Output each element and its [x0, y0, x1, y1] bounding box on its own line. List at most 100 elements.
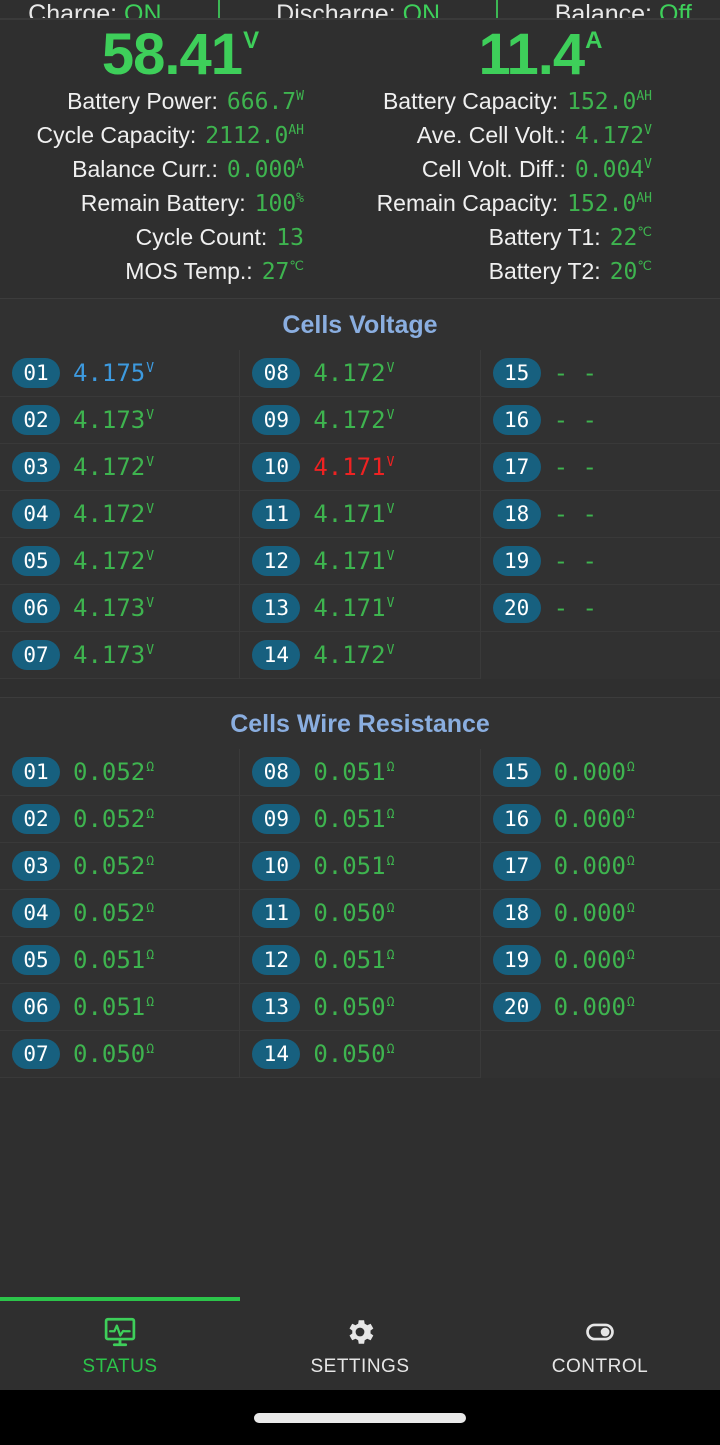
stat-row: MOS Temp.: 27℃	[0, 256, 360, 290]
stat-row: Cell Volt. Diff.: 0.004V	[360, 154, 720, 188]
cell-row[interactable]: 18 0.000Ω	[480, 890, 720, 937]
cell-row[interactable]: 19 0.000Ω	[480, 937, 720, 984]
cell-unit: Ω	[146, 995, 155, 1010]
cell-row[interactable]: 16 - -	[480, 397, 720, 444]
cell-row[interactable]: 09 0.051Ω	[240, 796, 480, 843]
cell-index-badge: 16	[492, 804, 541, 834]
cell-row[interactable]: 10 0.051Ω	[240, 843, 480, 890]
cell-row[interactable]: 05 0.051Ω	[0, 937, 240, 984]
cell-index-badge: 17	[492, 452, 541, 482]
cell-row[interactable]: 14 0.050Ω	[240, 1031, 480, 1078]
cell-value: 0.051Ω	[313, 852, 395, 880]
cell-row[interactable]: 01 0.052Ω	[0, 749, 240, 796]
cell-row[interactable]: 20 0.000Ω	[480, 984, 720, 1031]
cell-unit: V	[386, 455, 395, 470]
cell-row[interactable]: 19 - -	[480, 538, 720, 585]
cell-index-badge: 19	[492, 546, 541, 576]
cell-row[interactable]: 03 0.052Ω	[0, 843, 240, 890]
cell-index-badge: 18	[492, 499, 541, 529]
statistics-grid: Battery Power: 666.7W Cycle Capacity: 2112.…	[0, 86, 720, 298]
cell-row[interactable]: 05 4.172V	[0, 538, 240, 585]
stat-row: Remain Capacity: 152.0AH	[360, 188, 720, 222]
cell-row[interactable]: 02 0.052Ω	[0, 796, 240, 843]
cell-unit: Ω	[626, 854, 635, 869]
stat-label: Cycle Capacity:	[36, 122, 197, 148]
cell-row[interactable]: 18 - -	[480, 491, 720, 538]
cell-index-badge: 20	[492, 992, 541, 1022]
home-indicator[interactable]	[254, 1412, 466, 1423]
cell-row[interactable]: 07 0.050Ω	[0, 1031, 240, 1078]
cell-row[interactable]: 04 4.172V	[0, 491, 240, 538]
cell-value: 0.052Ω	[73, 758, 155, 786]
cell-column: 08 4.172V 09 4.172V 10 4.171V 11 4.171V 12 4.171V…	[240, 350, 481, 679]
cell-value: 4.172V	[73, 453, 155, 481]
cell-row[interactable]: 20 - -	[480, 585, 720, 632]
cell-row[interactable]: 12 4.171V	[240, 538, 480, 585]
cell-row[interactable]: 03 4.172V	[0, 444, 240, 491]
nav-item-control[interactable]: CONTROL	[480, 1302, 720, 1390]
cell-row[interactable]: 15 0.000Ω	[480, 749, 720, 796]
cell-value: 4.173V	[73, 594, 155, 622]
stat-label: Remain Battery:	[80, 190, 246, 216]
cell-value: - -	[553, 547, 598, 575]
balance-status: Balance: Off	[555, 0, 692, 18]
cell-row[interactable]: 13 0.050Ω	[240, 984, 480, 1031]
cell-row[interactable]: 17 - -	[480, 444, 720, 491]
cell-row[interactable]: 01 4.175V	[0, 350, 240, 397]
cell-row[interactable]: 11 0.050Ω	[240, 890, 480, 937]
cell-unit: Ω	[146, 901, 155, 916]
charge-value: ON	[124, 0, 162, 18]
nav-item-status[interactable]: STATUS	[0, 1302, 240, 1390]
stat-unit: AH	[288, 123, 304, 138]
cell-row[interactable]: 13 4.171V	[240, 585, 480, 632]
cell-row[interactable]: 10 4.171V	[240, 444, 480, 491]
cell-unit: Ω	[146, 854, 155, 869]
cell-index-badge: 17	[492, 851, 541, 881]
cell-unit: Ω	[146, 1042, 155, 1057]
cell-row[interactable]: 15 - -	[480, 350, 720, 397]
cell-row[interactable]: 17 0.000Ω	[480, 843, 720, 890]
cell-unit: V	[146, 361, 155, 376]
empty-space	[0, 1078, 720, 1297]
stat-unit: A	[296, 157, 304, 172]
stat-value: 13	[276, 225, 304, 251]
cell-value: 4.172V	[73, 547, 155, 575]
nav-item-label: CONTROL	[551, 1355, 649, 1377]
cell-row[interactable]: 07 4.173V	[0, 632, 240, 679]
cell-index-badge: 13	[252, 992, 301, 1022]
balance-value: Off	[658, 0, 692, 18]
cell-value: 0.000Ω	[553, 899, 635, 927]
cell-row[interactable]: 06 4.173V	[0, 585, 240, 632]
cell-column: 01 0.052Ω 02 0.052Ω 03 0.052Ω 04 0.052Ω 05 0.051Ω…	[0, 749, 241, 1078]
cell-row[interactable]: 14 4.172V	[240, 632, 480, 679]
cell-value: - -	[553, 453, 598, 481]
stat-label: Balance Curr.:	[72, 156, 218, 182]
cells-resistance-grid: 01 0.052Ω 02 0.052Ω 03 0.052Ω 04 0.052Ω 05 0.051Ω…	[0, 749, 720, 1078]
nav-item-settings[interactable]: SETTINGS	[240, 1302, 480, 1390]
cell-unit: Ω	[386, 1042, 395, 1057]
mosfet-separator-2	[496, 0, 499, 18]
cell-row[interactable]: 11 4.171V	[240, 491, 480, 538]
cell-index-badge: 08	[252, 358, 301, 388]
cell-row[interactable]: 04 0.052Ω	[0, 890, 240, 937]
cell-index-badge: 16	[492, 405, 541, 435]
cell-row[interactable]: 16 0.000Ω	[480, 796, 720, 843]
cell-row[interactable]: 06 0.051Ω	[0, 984, 240, 1031]
cell-unit: V	[146, 596, 155, 611]
discharge-label: Discharge:	[276, 0, 396, 18]
cell-row[interactable]: 02 4.173V	[0, 397, 240, 444]
cell-row[interactable]: 12 0.051Ω	[240, 937, 480, 984]
nav-active-indicator	[0, 1297, 240, 1301]
stat-row: Cycle Capacity: 2112.0AH	[0, 120, 360, 154]
cell-index-badge: 03	[12, 851, 60, 881]
stat-row: Ave. Cell Volt.: 4.172V	[360, 120, 720, 154]
current-unit: A	[585, 27, 603, 54]
cell-row[interactable]: 08 0.051Ω	[240, 749, 480, 796]
stat-value: 4.172V	[574, 123, 652, 149]
cell-index-badge: 04	[12, 898, 60, 928]
stat-value: 666.7W	[226, 89, 304, 115]
cell-unit: Ω	[626, 901, 635, 916]
total-voltage-readout: 58.41 V	[0, 26, 360, 84]
cell-row[interactable]: 08 4.172V	[240, 350, 480, 397]
cell-row[interactable]: 09 4.172V	[240, 397, 480, 444]
